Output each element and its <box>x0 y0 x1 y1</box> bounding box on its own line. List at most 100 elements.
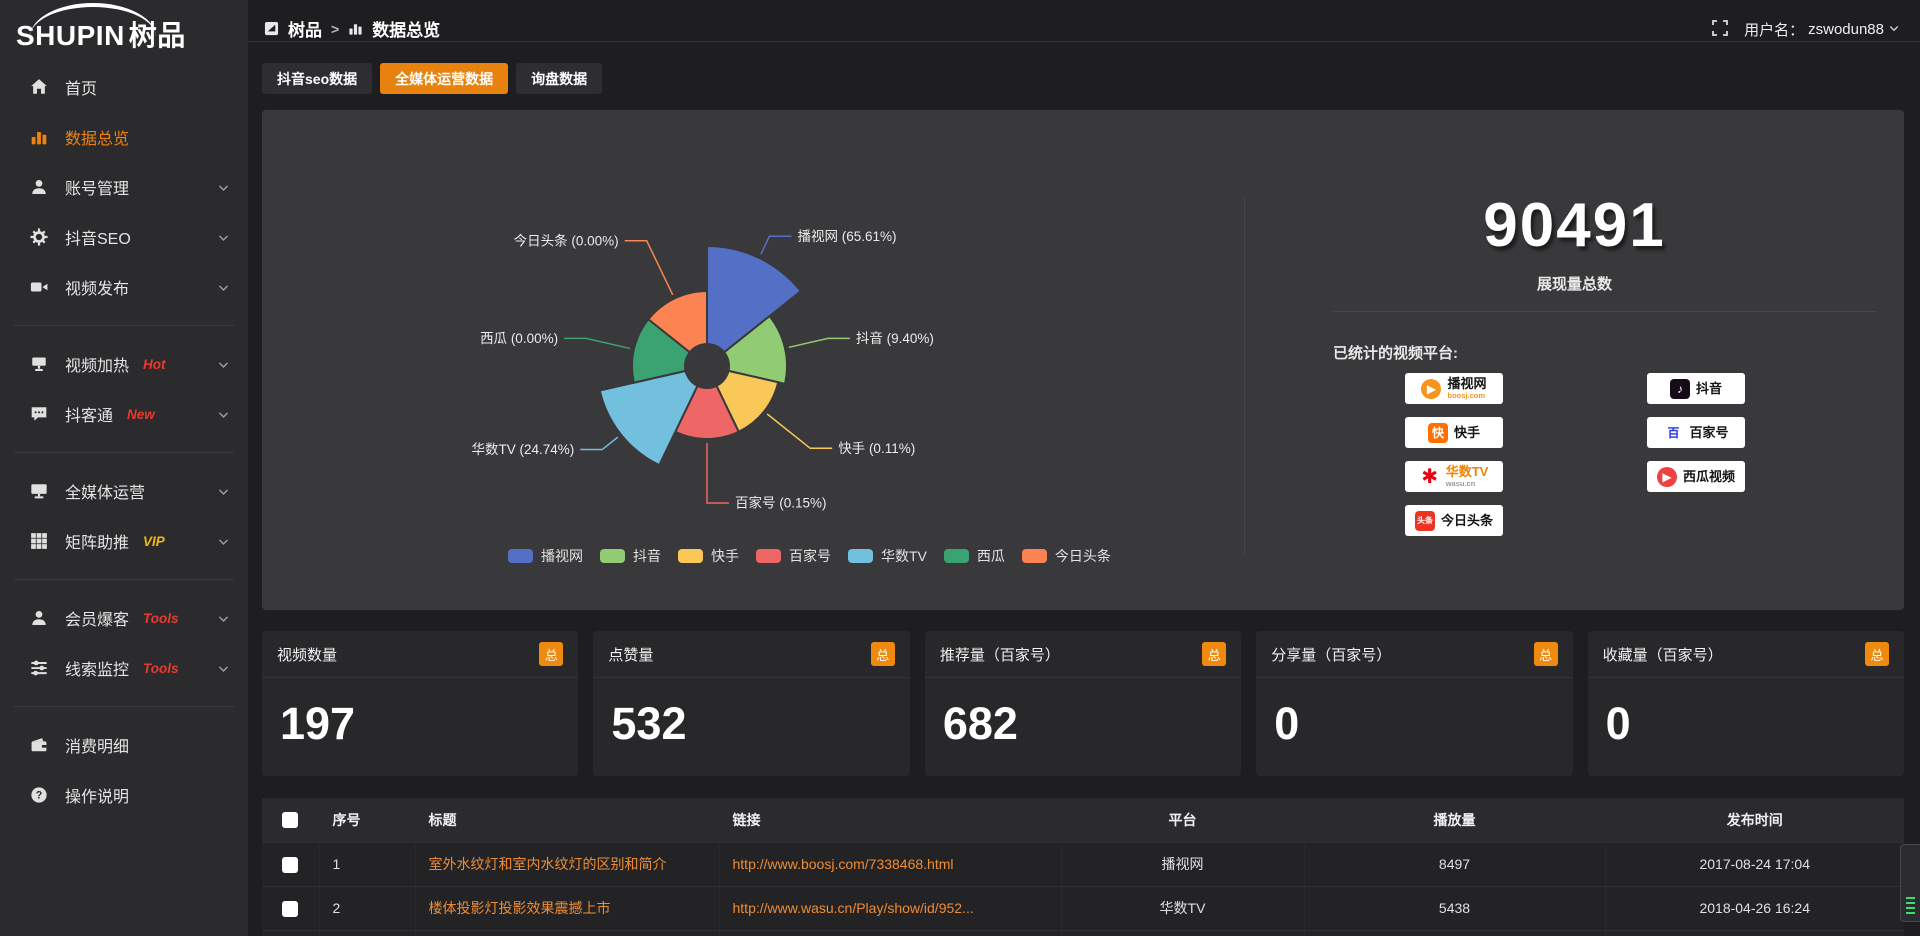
sidebar-item-操作说明[interactable]: ?操作说明 <box>0 770 248 820</box>
chat-icon <box>30 405 48 423</box>
rose-chart-area: 播视网 (65.61%)抖音 (9.40%)快手 (0.11%)百家号 (0.1… <box>262 110 1244 610</box>
sidebar-item-label: 抖音SEO <box>65 225 131 249</box>
row-cell-index <box>319 930 415 936</box>
platform-badge-百家号: 百百家号 <box>1647 417 1745 448</box>
sidebar-item-数据总览[interactable]: 数据总览 <box>0 112 248 162</box>
sidebar-item-label: 矩阵助推 <box>65 529 129 553</box>
table-row: 1室外水纹灯和室内水纹灯的区别和简介http://www.boosj.com/7… <box>262 842 1904 886</box>
sidebar-item-badge: New <box>127 407 155 422</box>
stat-card-total-badge[interactable]: 总 <box>871 642 895 666</box>
stat-card-total-badge[interactable]: 总 <box>1202 642 1226 666</box>
sidebar: SHUPIN树品 首页数据总览账号管理抖音SEO视频发布视频加热Hot抖客通Ne… <box>0 0 248 936</box>
sidebar-item-抖音SEO[interactable]: 抖音SEO <box>0 212 248 262</box>
sidebar-item-抖客通[interactable]: 抖客通New <box>0 389 248 439</box>
stat-card-label: 视频数量 <box>277 644 337 665</box>
sidebar-item-线索监控[interactable]: 线索监控Tools <box>0 643 248 693</box>
logo-arc-decoration <box>30 3 156 37</box>
content: 抖音seo数据全媒体运营数据询盘数据 播视网 (65.61%)抖音 (9.40%… <box>248 42 1920 936</box>
chevron-down-icon <box>217 408 230 421</box>
pie-label-百家号: 百家号 (0.15%) <box>735 495 827 511</box>
row-cell-title[interactable]: 室外水纹灯和室内水纹灯的区别和简介 <box>415 842 719 886</box>
floating-side-widget[interactable] <box>1900 844 1920 922</box>
platform-name: 华数TV <box>1446 465 1489 478</box>
legend-item-抖音[interactable]: 抖音 <box>600 546 661 566</box>
legend-item-今日头条[interactable]: 今日头条 <box>1022 546 1111 566</box>
stat-card-total-badge[interactable]: 总 <box>1534 642 1558 666</box>
platform-badge-texts: 百家号 <box>1689 426 1728 439</box>
stat-card-收藏量（百家号）: 收藏量（百家号）总0 <box>1588 631 1904 776</box>
stat-card-header: 点赞量 总 <box>593 631 909 678</box>
sidebar-item-会员爆客[interactable]: 会员爆客Tools <box>0 593 248 643</box>
sidebar-item-首页[interactable]: 首页 <box>0 62 248 112</box>
row-cell-platform: 华数TV <box>1061 886 1304 930</box>
pie-label-华数TV: 华数TV (24.74%) <box>471 442 574 457</box>
platform-column-right: ♪抖音百百家号▶西瓜视频 <box>1647 373 1745 492</box>
platform-badge-texts: 今日头条 <box>1441 514 1493 527</box>
pie-inner-hole <box>684 343 730 389</box>
svg-text:?: ? <box>36 790 43 802</box>
topbar-right: 用户名： zswodun88 <box>1712 19 1900 40</box>
question-icon: ? <box>30 786 48 804</box>
row-cell-title[interactable]: 楼体投影灯投影效果震撼上市 <box>415 886 719 930</box>
row-cell-platform: 播视网 <box>1061 842 1304 886</box>
platform-badge-华数TV: ✱华数TVwasu.cn <box>1405 461 1503 492</box>
sidebar-item-label: 视频发布 <box>65 275 129 299</box>
sidebar-item-矩阵助推[interactable]: 矩阵助推VIP <box>0 516 248 566</box>
pie-label-西瓜: 西瓜 (0.00%) <box>480 331 558 346</box>
legend-item-百家号[interactable]: 百家号 <box>756 546 831 566</box>
sidebar-item-视频加热[interactable]: 视频加热Hot <box>0 339 248 389</box>
widget-dash <box>1906 902 1915 904</box>
platform-column-left: ▶播视网boosj.com快快手✱华数TVwasu.cn头条今日头条 <box>1405 373 1503 536</box>
fullscreen-icon[interactable] <box>1712 20 1728 40</box>
legend-item-快手[interactable]: 快手 <box>678 546 739 566</box>
legend-item-播视网[interactable]: 播视网 <box>508 546 583 566</box>
select-all-checkbox[interactable] <box>282 812 298 828</box>
pie-label-line-抖音 <box>789 338 850 347</box>
table-header-序号: 序号 <box>319 798 415 842</box>
sidebar-item-全媒体运营[interactable]: 全媒体运营 <box>0 466 248 516</box>
breadcrumb-item: 数据总览 <box>372 16 440 41</box>
video-table-section: 序号标题链接平台播放量发布时间 1室外水纹灯和室内水纹灯的区别和简介http:/… <box>262 798 1904 936</box>
sidebar-item-badge: Tools <box>143 661 179 676</box>
legend-swatch <box>944 549 969 563</box>
chevron-down-icon <box>217 662 230 675</box>
legend-swatch <box>508 549 533 563</box>
stat-card-label: 点赞量 <box>608 644 653 665</box>
breadcrumb-item[interactable]: 树品 <box>288 16 322 41</box>
platform-badge-播视网: ▶播视网boosj.com <box>1405 373 1503 404</box>
row-cell-link[interactable]: http://www.boosj.com/7338468.html <box>719 842 1061 886</box>
platform-badge-texts: 播视网boosj.com <box>1447 377 1486 400</box>
user-menu[interactable]: 用户名： zswodun88 <box>1744 19 1900 40</box>
chart-legend: 播视网 抖音快手百家号 华数TV 西瓜今日头条 <box>508 546 1111 566</box>
grid-icon <box>30 532 48 550</box>
tab-抖音seo数据[interactable]: 抖音seo数据 <box>262 63 372 94</box>
legend-swatch <box>678 549 703 563</box>
sidebar-item-label: 账号管理 <box>65 175 129 199</box>
sidebar-divider <box>14 706 234 707</box>
row-checkbox[interactable] <box>282 857 298 873</box>
tab-全媒体运营数据[interactable]: 全媒体运营数据 <box>380 63 508 94</box>
legend-label: 华数TV <box>881 546 927 566</box>
legend-item-华数TV[interactable]: 华数TV <box>848 546 927 566</box>
bar-chart-icon <box>30 128 48 146</box>
row-checkbox[interactable] <box>282 901 298 917</box>
stat-card-header: 分享量（百家号）总 <box>1256 631 1572 678</box>
user-label: 用户名： <box>1744 19 1804 40</box>
legend-swatch <box>756 549 781 563</box>
sidebar-item-账号管理[interactable]: 账号管理 <box>0 162 248 212</box>
main-area: 树品>数据总览 用户名： zswodun88 抖音seo数据全媒体运营数据询盘数… <box>248 0 1920 936</box>
row-cell-time: 2017-08-24 17:04 <box>1605 842 1904 886</box>
tab-询盘数据[interactable]: 询盘数据 <box>516 63 602 94</box>
app-root: SHUPIN树品 首页数据总览账号管理抖音SEO视频发布视频加热Hot抖客通Ne… <box>0 0 1920 936</box>
sliders-icon <box>30 659 48 677</box>
stat-card-total-badge[interactable]: 总 <box>1865 642 1889 666</box>
row-select-cell <box>262 886 319 930</box>
stat-card-label: 推荐量（百家号） <box>940 644 1060 665</box>
platform-badge-抖音: ♪抖音 <box>1647 373 1745 404</box>
stat-card-total-badge[interactable]: 总 <box>539 642 563 666</box>
sidebar-item-消费明细[interactable]: 消费明细 <box>0 720 248 770</box>
row-cell-link[interactable]: http://www.wasu.cn/Play/show/id/952... <box>719 886 1061 930</box>
sidebar-item-视频发布[interactable]: 视频发布 <box>0 262 248 312</box>
legend-label: 抖音 <box>633 546 661 566</box>
legend-item-西瓜[interactable]: 西瓜 <box>944 546 1005 566</box>
